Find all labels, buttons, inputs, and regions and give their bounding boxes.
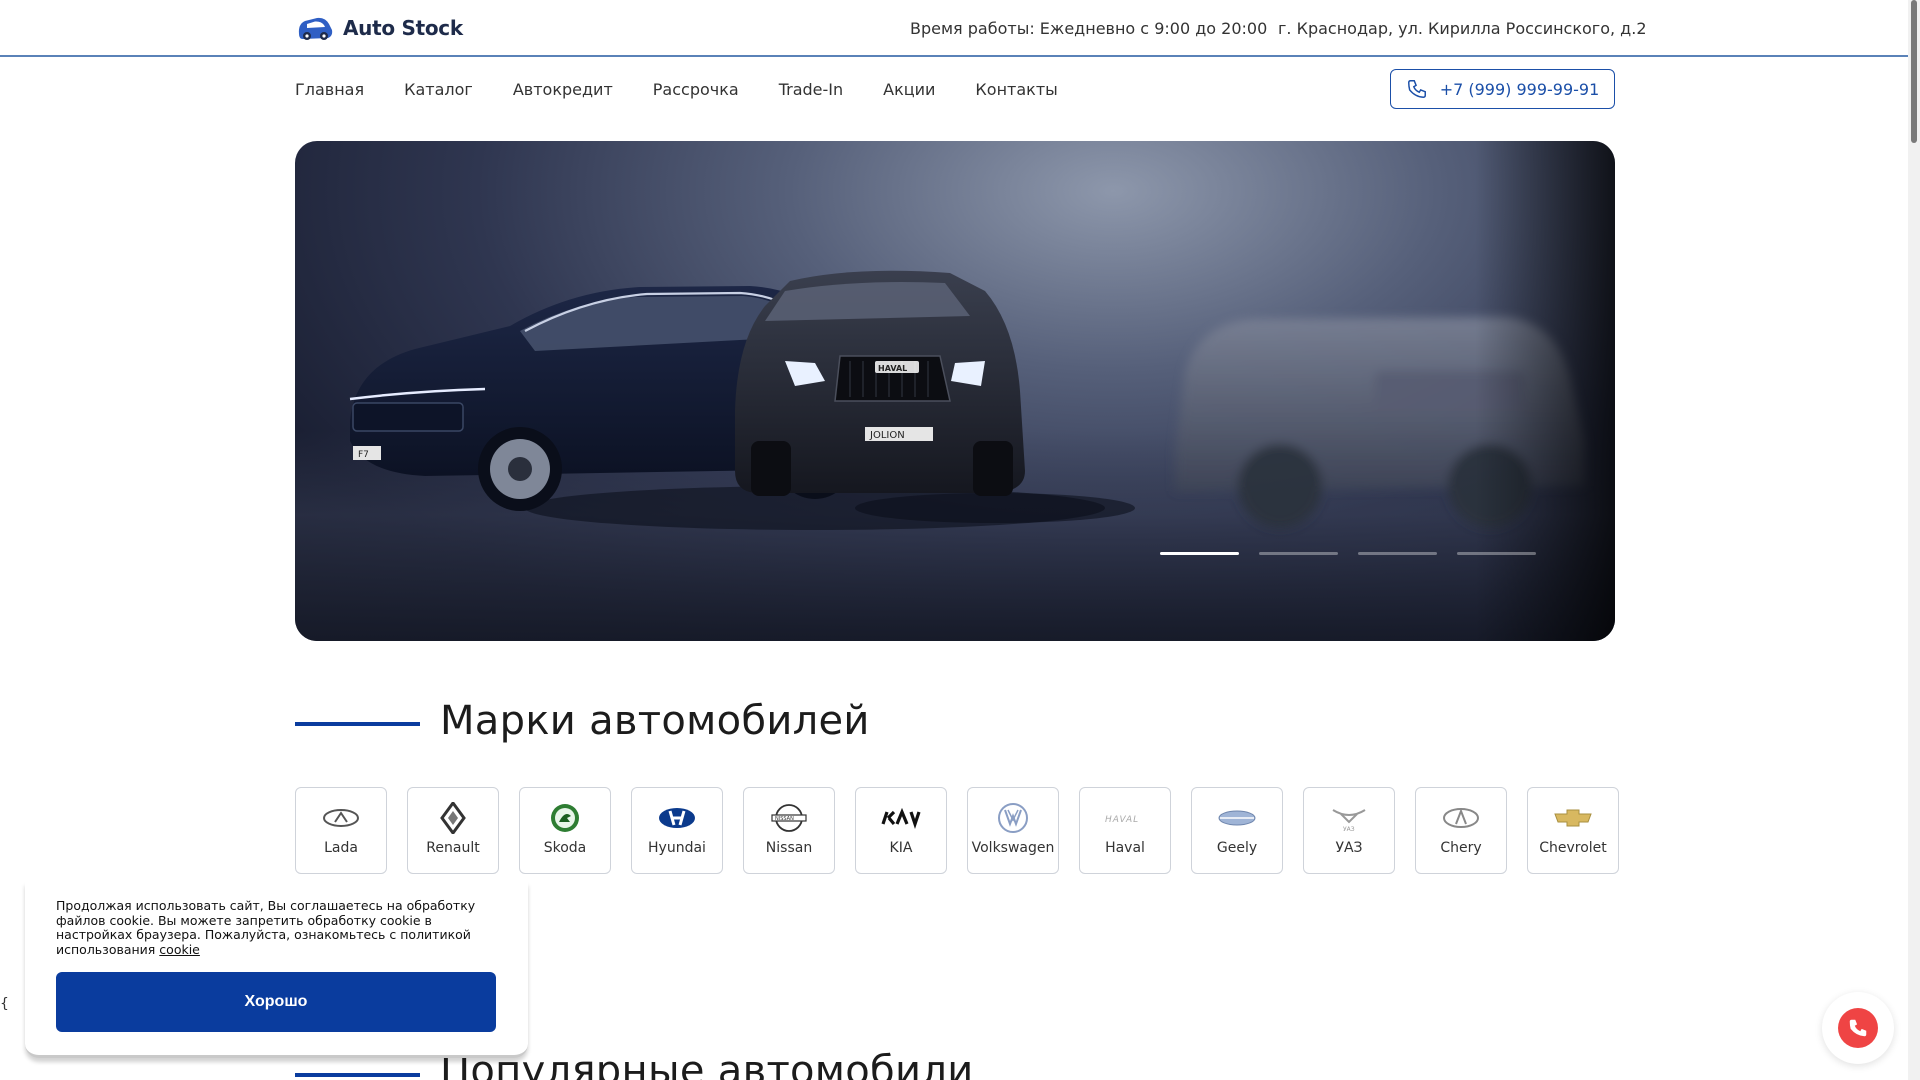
brand-label: Geely <box>1216 840 1258 856</box>
brand-label: Chery <box>1440 840 1482 856</box>
section-accent-line <box>295 722 420 726</box>
floating-call-button[interactable] <box>1822 992 1894 1064</box>
brand-label: Nissan <box>765 840 813 856</box>
geely-logo-icon <box>1218 810 1256 826</box>
kia-logo-icon <box>881 807 921 830</box>
call-button-circle <box>1838 1008 1878 1048</box>
brands-section-title: Марки автомобилей <box>440 698 870 744</box>
car-2: HAVAL JOLION <box>735 270 1025 496</box>
chery-logo-icon <box>1443 808 1479 828</box>
hero-right-shade <box>1475 141 1615 641</box>
cookie-accept-button[interactable]: Хорошо <box>56 972 496 1032</box>
brand-label: KIA <box>889 840 913 856</box>
work-hours: Время работы: Ежедневно с 9:00 до 20:00 <box>910 19 1268 38</box>
brand-label: УАЗ <box>1335 840 1363 856</box>
cookie-policy-link[interactable]: cookie <box>159 942 200 957</box>
nav-item-contacts[interactable]: Контакты <box>975 80 1057 99</box>
brand-card-uaz[interactable]: УАЗ УАЗ <box>1303 787 1395 874</box>
brand-card-chevrolet[interactable]: Chevrolet <box>1527 787 1619 874</box>
nav-item-trade-in[interactable]: Trade-In <box>779 80 843 99</box>
section-accent-line <box>295 1073 420 1077</box>
cookie-text: Продолжая использовать сайт, Вы соглашае… <box>56 898 506 957</box>
site-logo[interactable]: Auto Stock <box>295 12 463 44</box>
cookie-message: Продолжая использовать сайт, Вы соглашае… <box>56 898 476 957</box>
hyundai-logo-icon <box>659 808 695 828</box>
brand-card-geely[interactable]: Geely <box>1191 787 1283 874</box>
brand-label: Lada <box>324 840 358 856</box>
brand-card-nissan[interactable]: NISSAN Nissan <box>743 787 835 874</box>
brand-card-haval[interactable]: HAVAL Haval <box>1079 787 1171 874</box>
brands-list: Lada Renault Skoda Hyundai NISSAN Nissan… <box>295 787 1619 874</box>
nav-item-promotions[interactable]: Акции <box>883 80 935 99</box>
svg-text:NISSAN: NISSAN <box>775 816 794 822</box>
slider-dot-1[interactable] <box>1160 552 1239 555</box>
nav-item-home[interactable]: Главная <box>295 80 364 99</box>
phone-icon <box>1849 1019 1867 1037</box>
haval-logo-icon: HAVAL <box>1105 815 1139 825</box>
brand-label: Volkswagen <box>971 840 1055 856</box>
scrollbar-thumb[interactable] <box>1911 0 1917 143</box>
brand-card-chery[interactable]: Chery <box>1415 787 1507 874</box>
slider-dot-2[interactable] <box>1259 552 1338 555</box>
brand-label: Haval <box>1105 840 1145 856</box>
brand-name: Auto Stock <box>343 16 463 40</box>
brand-card-volkswagen[interactable]: Volkswagen <box>967 787 1059 874</box>
brand-label: Skoda <box>543 840 587 856</box>
nav-item-autocredit[interactable]: Автокредит <box>513 80 613 99</box>
volkswagen-logo-icon <box>998 803 1028 833</box>
svg-text:УАЗ: УАЗ <box>1343 826 1355 833</box>
phone-icon <box>1407 80 1426 98</box>
skoda-logo-icon <box>551 804 579 832</box>
brand-label: Renault <box>426 840 480 856</box>
brand-card-lada[interactable]: Lada <box>295 787 387 874</box>
brand-card-skoda[interactable]: Skoda <box>519 787 611 874</box>
brand-label: Hyundai <box>648 840 706 856</box>
slider-dot-3[interactable] <box>1358 552 1437 555</box>
renault-logo-icon <box>440 802 466 834</box>
brand-card-renault[interactable]: Renault <box>407 787 499 874</box>
slider-dot-4[interactable] <box>1457 552 1536 555</box>
uaz-logo-icon: УАЗ <box>1332 809 1366 833</box>
brand-card-kia[interactable]: KIA <box>855 787 947 874</box>
car-1-plate: F7 <box>358 450 369 460</box>
chevrolet-logo-icon <box>1554 809 1592 827</box>
svg-text:HAVAL: HAVAL <box>1105 815 1139 825</box>
car-logo-icon <box>298 17 333 40</box>
phone-button[interactable]: +7 (999) 999-99-91 <box>1390 69 1615 109</box>
slider-indicators <box>1160 552 1536 555</box>
car-2-badge: HAVAL <box>878 364 907 373</box>
nav-item-catalog[interactable]: Каталог <box>404 80 473 99</box>
lada-logo-icon <box>323 809 359 827</box>
cookie-banner: Продолжая использовать сайт, Вы соглашае… <box>25 882 528 1058</box>
main-nav: Главная Каталог Автокредит Рассрочка Tra… <box>295 80 1098 99</box>
nav-item-installment[interactable]: Рассрочка <box>653 80 739 99</box>
hero-banner[interactable]: F7 HAVAL JOLION <box>295 141 1615 641</box>
stray-brace: { <box>0 996 9 1012</box>
scrollbar-track[interactable] <box>1908 0 1920 1080</box>
hero-cars-image: F7 HAVAL JOLION <box>349 270 1585 530</box>
brand-card-hyundai[interactable]: Hyundai <box>631 787 723 874</box>
address: г. Краснодар, ул. Кирилла Россинского, д… <box>1278 19 1647 38</box>
brand-label: Chevrolet <box>1539 840 1607 856</box>
top-bar: Auto Stock Время работы: Ежедневно с 9:0… <box>0 0 1908 57</box>
phone-number: +7 (999) 999-99-91 <box>1439 79 1600 99</box>
car-2-plate: JOLION <box>869 430 905 441</box>
nissan-logo-icon: NISSAN <box>771 804 807 832</box>
